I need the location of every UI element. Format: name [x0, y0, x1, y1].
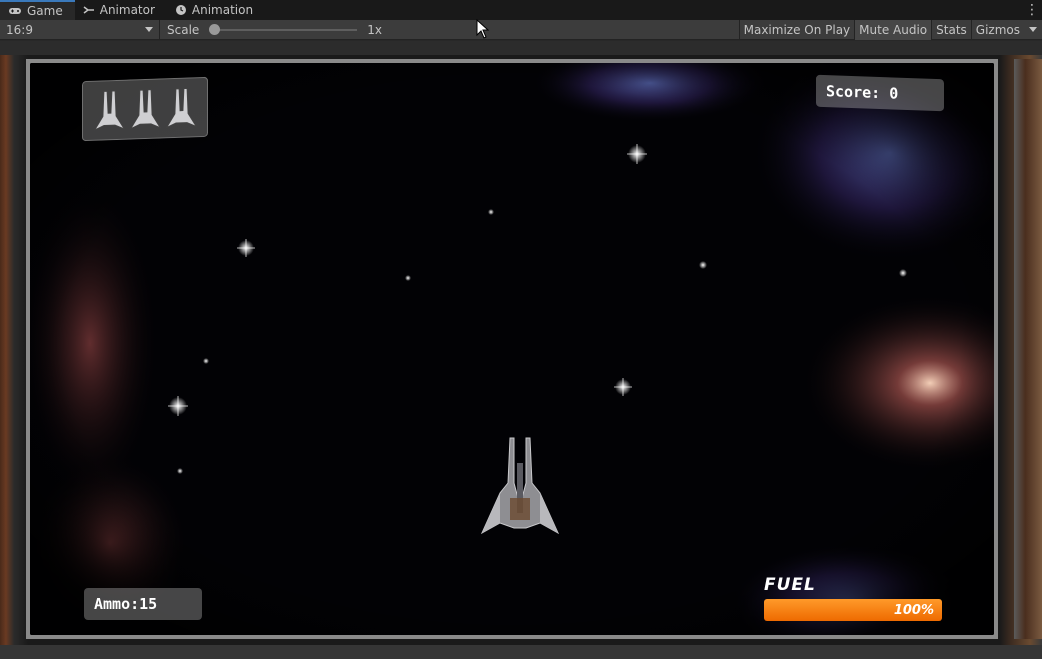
tab-game-label: Game [27, 4, 63, 18]
score-display: Score: 0 [816, 74, 944, 112]
scale-value: 1x [367, 22, 383, 37]
chevron-down-icon [1029, 27, 1037, 32]
tab-animator[interactable]: Animator [75, 0, 167, 20]
aspect-ratio-dropdown[interactable]: 16:9 [0, 19, 160, 40]
gamepad-icon [9, 8, 21, 14]
game-viewport[interactable]: Score: 0 Ammo:15 FUEL 100% [0, 41, 1042, 659]
space-background [30, 63, 994, 635]
scale-label: Scale [167, 22, 200, 37]
chevron-down-icon [145, 27, 153, 32]
fuel-label: FUEL [764, 575, 816, 595]
stats-button[interactable]: Stats [931, 19, 971, 40]
fuel-percent: 100% [893, 602, 934, 618]
tab-animator-label: Animator [99, 3, 155, 17]
aspect-ratio-value: 16:9 [6, 22, 33, 37]
mute-audio-button[interactable]: Mute Audio [854, 19, 932, 40]
mouse-cursor-icon [476, 19, 490, 39]
gizmos-dropdown[interactable] [1024, 20, 1042, 40]
tab-animation[interactable]: Animation [167, 0, 265, 20]
scale-slider[interactable] [209, 23, 358, 35]
maximize-on-play-button[interactable]: Maximize On Play [738, 19, 855, 40]
ammo-display: Ammo:15 [84, 588, 202, 620]
tab-animation-label: Animation [191, 3, 254, 17]
scale-slider-handle[interactable] [209, 23, 221, 35]
lives-indicator [82, 76, 208, 142]
editor-tab-bar: Game Animator Animation ⋮ [0, 0, 1042, 20]
scale-control: Scale 1x [160, 23, 382, 37]
side-decoration [1014, 59, 1042, 639]
fuel-gauge-fill: 100% [764, 599, 942, 621]
animator-icon [83, 6, 94, 14]
tab-game[interactable]: Game [0, 0, 75, 20]
viewport-bottom-bar [0, 645, 1042, 659]
fuel-gauge: 100% [764, 599, 942, 621]
game-screen: Score: 0 Ammo:15 FUEL 100% [30, 63, 994, 635]
game-view-toolbar: 16:9 Scale 1x Maximize On Play Mute Audi… [0, 19, 1042, 40]
clock-icon [175, 5, 186, 15]
gizmos-button[interactable]: Gizmos [970, 19, 1024, 40]
more-options-icon[interactable]: ⋮ [1022, 0, 1042, 20]
ship-lives-icons [93, 88, 198, 131]
crt-frame: Score: 0 Ammo:15 FUEL 100% [26, 59, 998, 639]
